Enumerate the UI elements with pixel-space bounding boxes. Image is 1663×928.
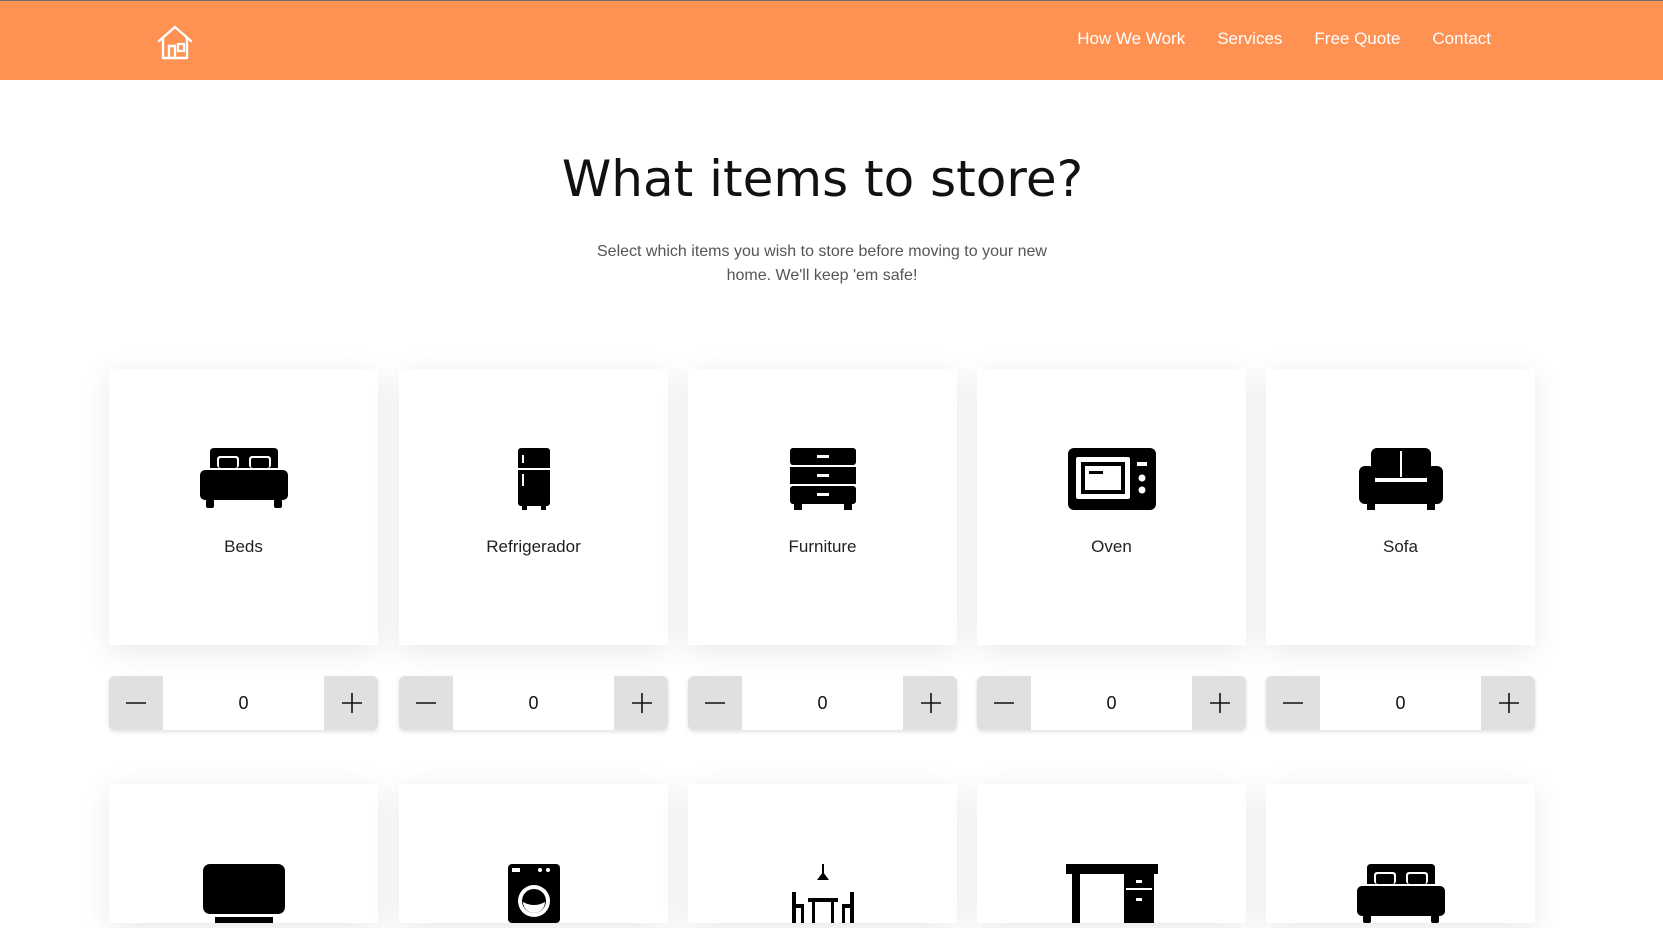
minus-icon (125, 702, 146, 704)
decrement-button[interactable] (109, 676, 162, 730)
increment-button[interactable] (904, 676, 957, 730)
top-nav-bar: How We Work Services Free Quote Contact (0, 0, 1663, 80)
quantity-input[interactable]: 0 (163, 676, 324, 730)
quantity-input[interactable]: 0 (453, 676, 614, 730)
item-label: Beds (224, 537, 263, 556)
increment-button[interactable] (1482, 676, 1535, 730)
item-card-bed-2[interactable] (1266, 784, 1535, 923)
item-card-dining-set[interactable] (688, 784, 957, 923)
quantity-input[interactable]: 0 (1320, 676, 1481, 730)
item-card-oven[interactable]: Oven (977, 369, 1246, 645)
main-nav: How We Work Services Free Quote Contact (1077, 29, 1491, 49)
page-subtitle: Select which items you wish to store bef… (597, 243, 1047, 284)
nav-how-we-work[interactable]: How We Work (1077, 29, 1185, 49)
increment-button[interactable] (1193, 676, 1246, 730)
house-icon[interactable] (155, 22, 195, 62)
washing-machine-icon (507, 864, 560, 928)
item-card-desk[interactable] (977, 784, 1246, 923)
nav-contact[interactable]: Contact (1432, 29, 1491, 49)
plus-icon (1209, 693, 1230, 713)
refrigerator-icon (517, 448, 551, 515)
dresser-icon (789, 448, 856, 515)
item-label: Refrigerador (486, 537, 581, 556)
quantity-stepper: 0 (1266, 676, 1535, 730)
decrement-button[interactable] (977, 676, 1030, 730)
plus-icon (920, 693, 941, 713)
microwave-oven-icon (1067, 448, 1156, 515)
bed-icon (199, 448, 288, 515)
increment-button[interactable] (325, 676, 378, 730)
quantity-stepper: 0 (399, 676, 668, 730)
tv-icon (202, 864, 285, 928)
decrement-button[interactable] (1266, 676, 1319, 730)
item-label: Sofa (1383, 537, 1418, 556)
nav-free-quote[interactable]: Free Quote (1314, 29, 1400, 49)
desk-icon (1065, 864, 1158, 928)
nav-services[interactable]: Services (1217, 29, 1282, 49)
plus-icon (341, 693, 362, 713)
plus-icon (1498, 693, 1519, 713)
quantity-stepper: 0 (977, 676, 1246, 730)
item-card-washing-machine[interactable] (399, 784, 668, 923)
item-card-tv[interactable] (109, 784, 378, 923)
item-label: Oven (1091, 537, 1132, 556)
decrement-button[interactable] (399, 676, 452, 730)
increment-button[interactable] (615, 676, 668, 730)
minus-icon (993, 702, 1014, 704)
bed-icon (1356, 864, 1445, 928)
minus-icon (704, 702, 725, 704)
quantity-input[interactable]: 0 (742, 676, 903, 730)
item-card-beds[interactable]: Beds (109, 369, 378, 645)
minus-icon (1282, 702, 1303, 704)
page-title: What items to store? (561, 150, 1084, 208)
item-card-refrigerador[interactable]: Refrigerador (399, 369, 668, 645)
dining-table-icon (790, 864, 856, 928)
plus-icon (631, 693, 652, 713)
quantity-stepper: 0 (688, 676, 957, 730)
decrement-button[interactable] (688, 676, 741, 730)
quantity-stepper: 0 (109, 676, 378, 730)
sofa-icon (1358, 448, 1443, 515)
item-label: Furniture (788, 537, 857, 556)
quantity-input[interactable]: 0 (1031, 676, 1192, 730)
item-card-sofa[interactable]: Sofa (1266, 369, 1535, 645)
item-card-furniture[interactable]: Furniture (688, 369, 957, 645)
minus-icon (415, 702, 436, 704)
